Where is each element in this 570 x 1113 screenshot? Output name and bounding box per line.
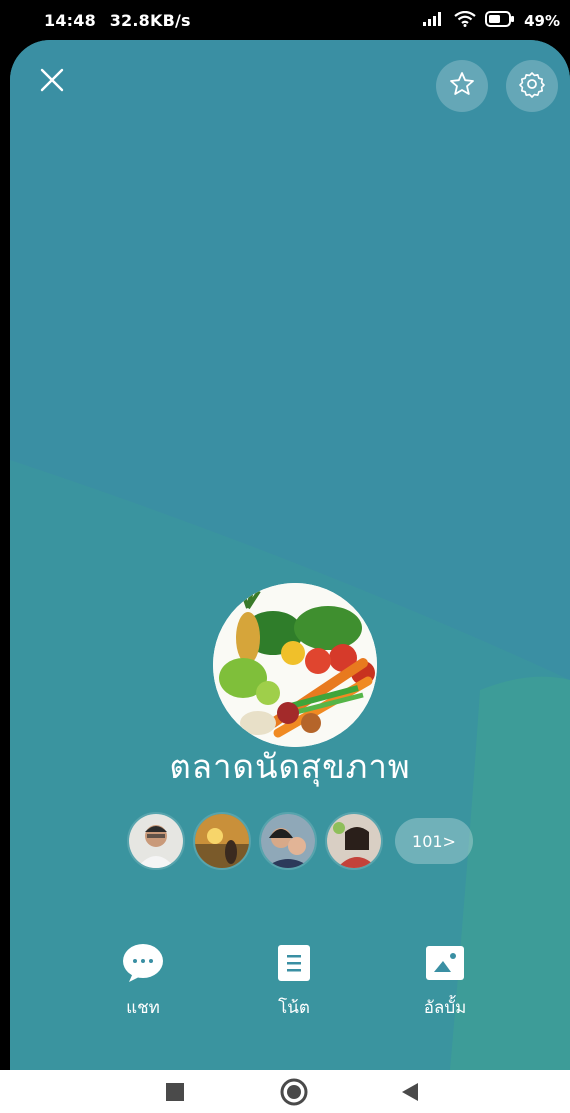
close-button[interactable]: [34, 64, 70, 100]
gear-icon: [518, 70, 546, 102]
status-right: 49%: [423, 10, 560, 31]
battery-icon: [485, 11, 515, 31]
album-label: อัลบั้ม: [423, 998, 467, 1018]
triangle-back-icon: [400, 1083, 420, 1106]
favorite-button[interactable]: [436, 60, 488, 112]
album-button[interactable]: อัลบั้ม: [385, 945, 505, 1021]
settings-button[interactable]: [506, 60, 558, 112]
member-avatar[interactable]: [127, 812, 185, 870]
group-name: ตลาดนัดสุขภาพ: [169, 747, 411, 786]
member-count-button[interactable]: 101>: [395, 818, 473, 864]
battery-percent: 49%: [524, 12, 560, 30]
star-icon: [449, 71, 475, 101]
chat-button[interactable]: แชท: [83, 943, 203, 1021]
status-time: 14:48: [44, 11, 96, 30]
signal-icon: [423, 12, 445, 30]
back-button[interactable]: [400, 1082, 420, 1106]
square-icon: [165, 1083, 185, 1106]
group-profile-sheet: ตลาดนัดสุขภาพ 101> แชท โน้ต อัลบั้ม: [10, 40, 570, 1070]
chat-icon: [121, 943, 165, 987]
wifi-icon: [454, 10, 476, 31]
note-button[interactable]: โน้ต: [234, 945, 354, 1021]
album-icon: [425, 944, 465, 986]
vegetables-image: [213, 583, 377, 747]
circle-icon: [280, 1078, 308, 1110]
sheet-background: [10, 40, 570, 1070]
note-icon: [276, 943, 312, 987]
system-navigation-bar: [0, 1070, 570, 1113]
member-avatar[interactable]: [325, 812, 383, 870]
status-bar: 14:48 32.8KB/s 49%: [0, 0, 570, 40]
status-network-speed: 32.8KB/s: [109, 11, 191, 30]
member-avatar[interactable]: [193, 812, 251, 870]
home-button[interactable]: [280, 1078, 308, 1110]
member-list[interactable]: 101>: [127, 812, 473, 870]
chat-label: แชท: [126, 998, 160, 1018]
close-icon: [38, 66, 66, 98]
note-label: โน้ต: [278, 998, 310, 1018]
status-left: 14:48 32.8KB/s: [44, 11, 191, 30]
group-avatar[interactable]: [213, 583, 377, 747]
recents-button[interactable]: [165, 1082, 185, 1106]
member-avatar[interactable]: [259, 812, 317, 870]
